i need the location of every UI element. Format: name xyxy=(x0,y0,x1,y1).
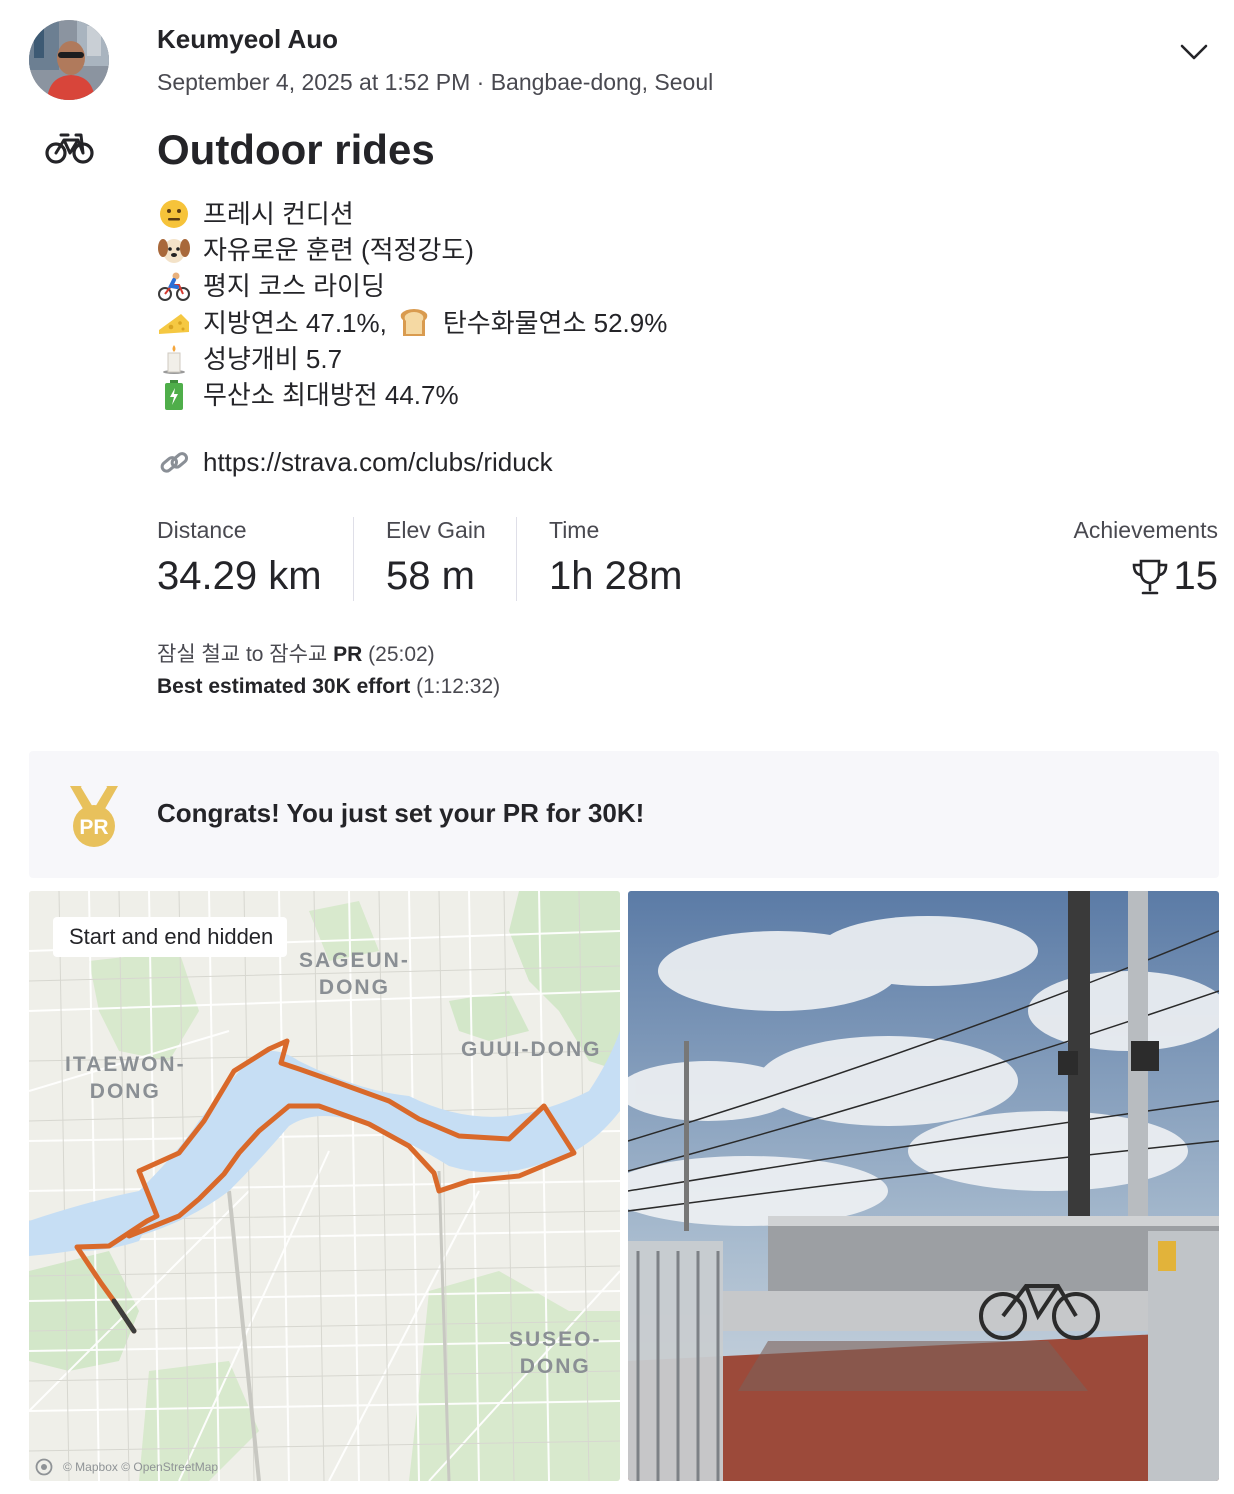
route-map[interactable]: Start and end hidden SAGEUN- DONG GUUI-D… xyxy=(29,891,620,1481)
neutral-face-emoji-icon xyxy=(157,199,191,229)
achievements-value: 15 xyxy=(1074,554,1218,599)
candle-emoji-icon xyxy=(157,344,191,374)
activity-title[interactable]: Outdoor rides xyxy=(157,126,435,174)
stat-distance: Distance 34.29 km xyxy=(157,517,322,599)
stat-elev-gain: Elev Gain 58 m xyxy=(386,517,486,599)
bread-emoji-icon xyxy=(397,308,431,338)
link-emoji-icon xyxy=(157,448,191,478)
stat-label: Achievements xyxy=(1073,517,1218,543)
club-link[interactable]: https://strava.com/clubs/riduck xyxy=(157,447,553,478)
segment-name: Best estimated 30K effort xyxy=(157,675,411,698)
description-line: 자유로운 훈련 (적정강도) xyxy=(157,232,667,268)
map-label: GUUI-DONG xyxy=(461,1036,602,1063)
stat-value: 1h 28m xyxy=(549,554,683,598)
description-line: 성냥개비 5.7 xyxy=(157,341,667,377)
map-label: ITAEWON- DONG xyxy=(65,1051,186,1105)
map-label-line: DONG xyxy=(519,1355,591,1378)
description-text: 평지 코스 라이딩 xyxy=(203,271,385,302)
segment-time: (25:02) xyxy=(368,643,435,666)
map-label: SAGEUN- DONG xyxy=(299,947,410,1001)
ride-photo[interactable] xyxy=(628,891,1219,1481)
stat-divider xyxy=(516,517,517,601)
stat-divider xyxy=(353,517,354,601)
pr-medal-icon: PR xyxy=(66,784,122,850)
map-label-line: ITAEWON- xyxy=(65,1053,186,1076)
cheese-emoji-icon xyxy=(157,308,191,338)
segment-time: (1:12:32) xyxy=(416,675,501,698)
mapbox-logo-icon xyxy=(35,1458,53,1476)
activity-meta: September 4, 2025 at 1:52 PM · Bangbae-d… xyxy=(157,69,713,96)
stat-label: Distance xyxy=(157,517,247,543)
cyclist-emoji-icon xyxy=(157,271,191,302)
chevron-down-icon[interactable] xyxy=(1176,38,1212,66)
map-privacy-badge: Start and end hidden xyxy=(53,917,288,957)
segment-effort[interactable]: 잠실 철교 to 잠수교 PR (25:02) xyxy=(157,638,435,668)
map-attribution[interactable]: © Mapbox © OpenStreetMap xyxy=(35,1458,218,1476)
stat-value: 58 m xyxy=(386,554,475,598)
trophy-icon xyxy=(1130,557,1170,597)
map-label-line: SUSEO- xyxy=(509,1328,602,1351)
description-text: 프레시 컨디션 xyxy=(203,199,354,229)
stat-achievements[interactable]: Achievements 15 xyxy=(1074,517,1218,599)
stat-time: Time 1h 28m xyxy=(549,517,682,599)
description-line: 프레시 컨디션 xyxy=(157,196,667,232)
description-text: 탄수화물연소 52.9% xyxy=(442,307,668,338)
segment-pr-badge: PR xyxy=(333,643,363,666)
club-link-text[interactable]: https://strava.com/clubs/riduck xyxy=(203,447,553,478)
dog-face-emoji-icon xyxy=(157,235,191,265)
meta-separator: · xyxy=(470,69,491,95)
athlete-avatar[interactable] xyxy=(29,20,109,100)
map-badge-text: Start and end hidden xyxy=(69,924,274,949)
stat-label: Elev Gain xyxy=(386,517,486,543)
description-text: 자유로운 훈련 (적정강도) xyxy=(203,235,474,266)
battery-emoji-icon xyxy=(157,380,191,411)
description-text: 성냥개비 5.7 xyxy=(203,343,343,374)
map-label-line: DONG xyxy=(89,1080,161,1103)
bicycle-icon xyxy=(43,128,97,168)
athlete-name[interactable]: Keumyeol Auo xyxy=(157,24,338,55)
svg-text:PR: PR xyxy=(79,816,108,839)
segment-name: 잠실 철교 to 잠수교 xyxy=(157,643,328,666)
pr-banner-text: Congrats! You just set your PR for 30K! xyxy=(157,798,645,828)
stat-label: Time xyxy=(549,517,600,543)
activity-location: Bangbae-dong, Seoul xyxy=(490,69,714,95)
map-label: SUSEO- DONG xyxy=(509,1326,602,1380)
pr-banner: PR Congrats! You just set your PR for 30… xyxy=(29,751,1219,878)
description-text: 무산소 최대방전 44.7% xyxy=(203,379,459,410)
activity-description: 프레시 컨디션 자유로운 훈련 (적정강도) 평지 코스 라이딩 지방연소 47… xyxy=(157,196,667,413)
segment-effort[interactable]: Best estimated 30K effort (1:12:32) xyxy=(157,675,500,699)
description-line: 평지 코스 라이딩 xyxy=(157,268,667,304)
map-attribution-text: © Mapbox © OpenStreetMap xyxy=(63,1460,219,1474)
stat-value: 34.29 km xyxy=(157,554,322,598)
achievements-count: 15 xyxy=(1173,554,1219,598)
description-line: 무산소 최대방전 44.7% xyxy=(157,377,667,413)
map-label-line: SAGEUN- xyxy=(299,949,410,972)
map-label-line: DONG xyxy=(318,976,390,999)
activity-datetime: September 4, 2025 at 1:52 PM xyxy=(157,69,471,95)
description-line: 지방연소 47.1%, 탄수화물연소 52.9% xyxy=(157,305,667,341)
description-text: 지방연소 47.1%, xyxy=(203,307,387,338)
map-label-line: GUUI-DONG xyxy=(461,1038,602,1061)
